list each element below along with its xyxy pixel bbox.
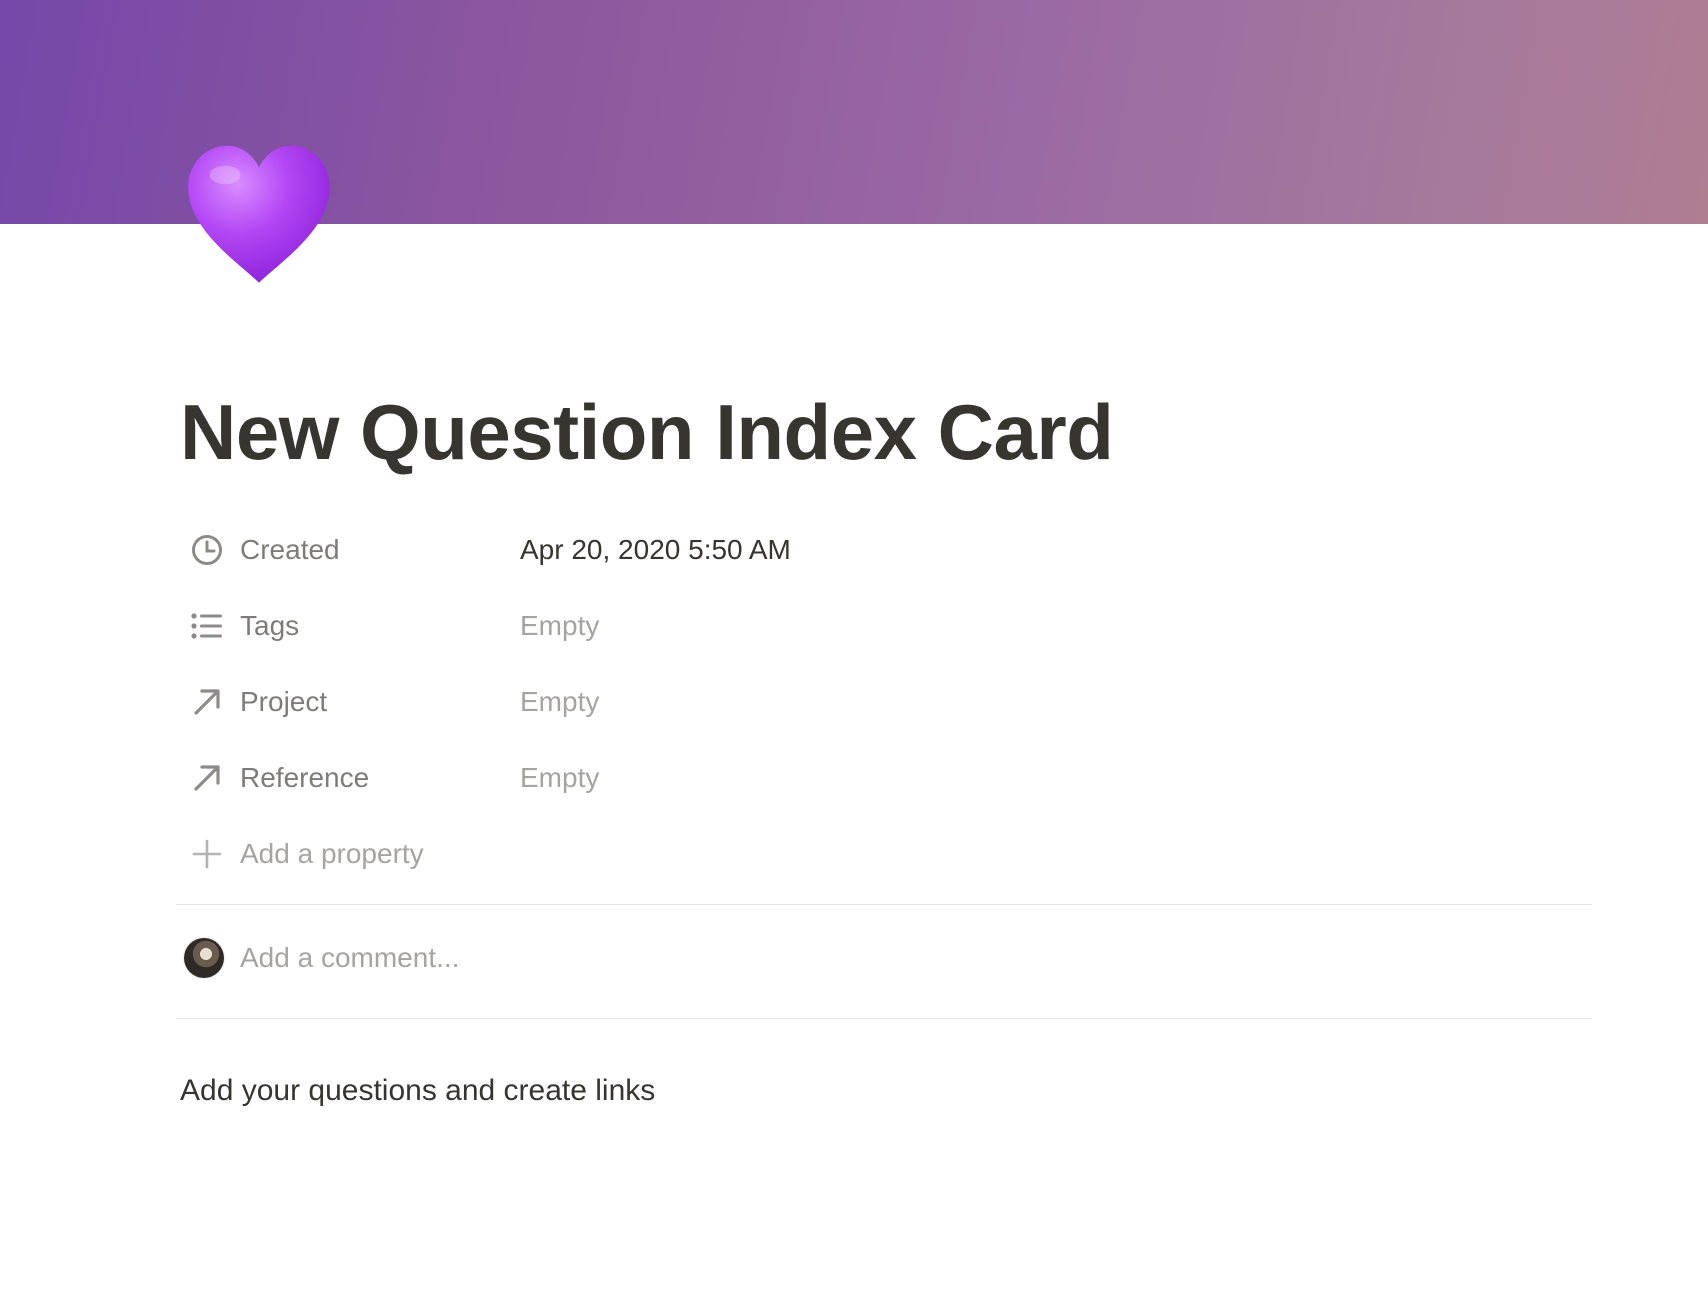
property-project[interactable]: Project Empty bbox=[180, 664, 1592, 740]
property-value[interactable]: Empty bbox=[520, 762, 599, 794]
property-label: Created bbox=[240, 534, 340, 565]
properties-list: Created Apr 20, 2020 5:50 AM Tags Empty … bbox=[180, 512, 1592, 892]
property-value[interactable]: Empty bbox=[520, 610, 599, 642]
arrow-up-right-icon bbox=[184, 679, 230, 725]
purple-heart-icon[interactable] bbox=[182, 140, 336, 290]
list-icon bbox=[184, 603, 230, 649]
property-label: Project bbox=[240, 686, 328, 717]
clock-icon bbox=[184, 527, 230, 573]
avatar bbox=[184, 938, 224, 978]
arrow-up-right-icon bbox=[184, 755, 230, 801]
property-label: Tags bbox=[240, 610, 300, 641]
comment-input[interactable]: Add a comment... bbox=[240, 942, 459, 974]
body-text[interactable]: Add your questions and create links bbox=[180, 1074, 655, 1108]
property-value[interactable]: Empty bbox=[520, 686, 599, 718]
comment-bar[interactable]: Add a comment... bbox=[180, 934, 1592, 982]
divider bbox=[176, 1018, 1592, 1019]
property-created[interactable]: Created Apr 20, 2020 5:50 AM bbox=[180, 512, 1592, 588]
add-property-label: Add a property bbox=[240, 838, 424, 869]
plus-icon bbox=[184, 831, 230, 877]
property-reference[interactable]: Reference Empty bbox=[180, 740, 1592, 816]
property-label: Reference bbox=[240, 762, 370, 793]
property-value[interactable]: Apr 20, 2020 5:50 AM bbox=[520, 534, 791, 566]
property-tags[interactable]: Tags Empty bbox=[180, 588, 1592, 664]
add-property-button[interactable]: Add a property bbox=[180, 816, 1592, 892]
divider bbox=[176, 904, 1592, 905]
page-title[interactable]: New Question Index Card bbox=[180, 384, 1114, 480]
